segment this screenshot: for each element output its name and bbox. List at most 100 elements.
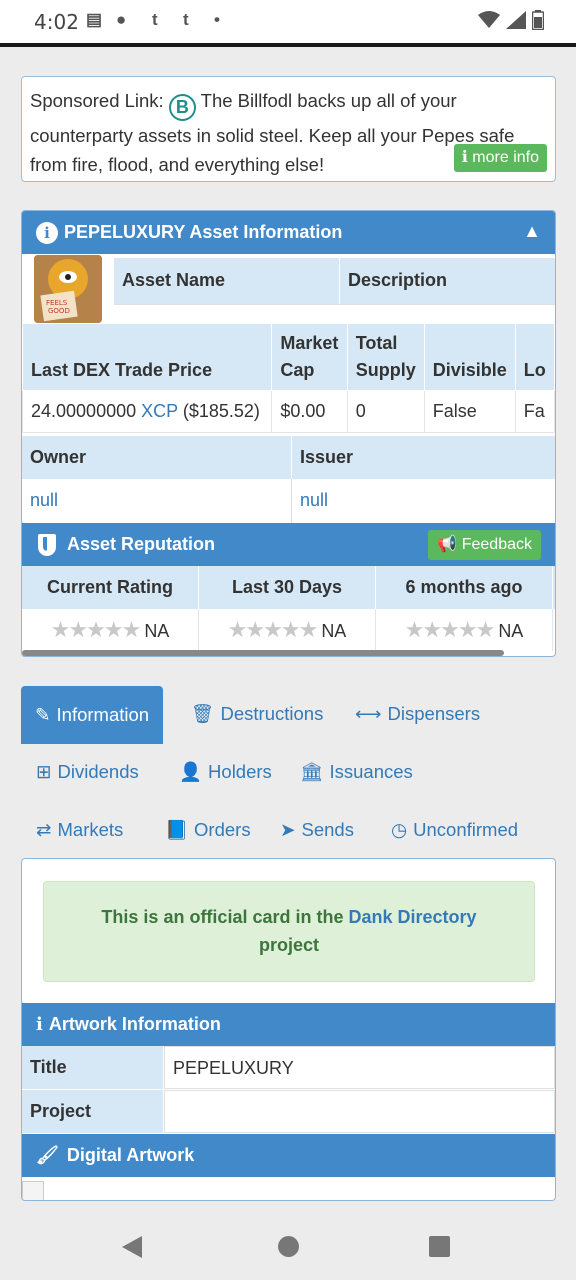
android-nav-bar — [0, 1214, 576, 1280]
tumblr-icon: t — [183, 10, 189, 29]
owner-link[interactable]: null — [22, 479, 66, 523]
pencil-icon: ✎ — [35, 704, 51, 725]
paintbrush-icon: 🖌 — [36, 1145, 59, 1165]
trash-icon: 🗑 — [191, 703, 215, 724]
user-icon: 👤 — [179, 761, 203, 782]
six-months-cell: ★★★★★ NA — [376, 609, 553, 651]
status-bar: 4:02 ▤ ● t t • — [0, 0, 576, 44]
tab-holders[interactable]: 👤 Holders — [179, 761, 272, 783]
svg-text:GOOD: GOOD — [48, 307, 70, 315]
page-content: Sponsored Link: B The Billfodl backs up … — [0, 47, 576, 1214]
asset-stats-table: Last DEX Trade Price Market Cap Total Su… — [22, 323, 555, 433]
sponsored-link-box: Sponsored Link: B The Billfodl backs up … — [21, 76, 556, 182]
tab-dividends-label: Dividends — [57, 761, 139, 782]
tab-destructions[interactable]: 🗑 Destructions — [191, 703, 323, 725]
asset-name-header: Asset Name — [114, 258, 340, 304]
home-icon[interactable] — [278, 1236, 299, 1257]
last-dex-price-header: Last DEX Trade Price — [22, 323, 273, 391]
broken-image-icon — [22, 1181, 44, 1200]
asset-information-panel: i PEPELUXURY Asset Information ▲ FEELS G… — [21, 210, 556, 657]
dank-directory-link[interactable]: Dank Directory — [349, 907, 477, 927]
feedback-button[interactable]: 📢 Feedback — [428, 530, 541, 560]
issuer-link[interactable]: null — [292, 479, 336, 523]
battery-icon — [532, 10, 544, 30]
owner-issuer-header: Owner Issuer — [22, 436, 555, 479]
divisible-cell: False — [423, 390, 516, 433]
locked-cell: Fa — [514, 390, 555, 433]
tab-destructions-label: Destructions — [220, 703, 324, 724]
messenger-icon: ● — [116, 10, 127, 29]
asset-name-row — [114, 304, 555, 320]
shield-icon — [38, 533, 56, 556]
more-info-label: more info — [472, 149, 539, 166]
price-usd: ($185.52) — [182, 401, 260, 421]
price-value: 24.00000000 — [31, 401, 137, 421]
project-value — [164, 1090, 555, 1133]
digital-artwork-title: Digital Artwork — [66, 1145, 195, 1165]
asset-reputation-title: Asset Reputation — [67, 534, 216, 554]
bank-icon: 🏛 — [300, 761, 324, 782]
locked-header: Lo — [514, 323, 555, 391]
official-prefix: This is an official card in the — [101, 907, 344, 927]
tab-markets[interactable]: ⇄ Markets — [36, 819, 123, 841]
info-icon: i — [36, 1014, 43, 1035]
chevron-up-icon[interactable]: ▲ — [523, 221, 541, 242]
tab-holders-label: Holders — [208, 761, 272, 782]
clock-icon: ◷ — [391, 819, 408, 840]
star-rating-icon: ★★★★★ — [50, 617, 142, 642]
star-rating-icon: ★★★★★ — [227, 617, 319, 642]
more-info-button[interactable]: ℹ more info — [453, 144, 547, 172]
billfodl-logo-icon[interactable]: B — [168, 94, 196, 121]
bullhorn-icon: 📢 — [437, 536, 458, 553]
last-30-days-cell: ★★★★★ NA — [199, 609, 376, 651]
title-value: PEPELUXURY — [164, 1046, 555, 1089]
book-icon: 📘 — [165, 819, 189, 840]
xcp-link[interactable]: XCP — [141, 401, 178, 421]
last-dex-price-cell: 24.00000000 XCP ($185.52) — [22, 390, 273, 433]
current-rating-cell: ★★★★★ NA — [22, 609, 199, 651]
asset-info-title: PEPELUXURY Asset Information — [64, 222, 343, 242]
tab-dispensers[interactable]: ⟷ Dispensers — [355, 703, 480, 725]
tab-markets-label: Markets — [57, 819, 124, 840]
tab-orders-label: Orders — [194, 819, 251, 840]
asset-info-header[interactable]: i PEPELUXURY Asset Information ▲ — [22, 211, 555, 254]
horizontal-scrollbar[interactable] — [22, 650, 504, 656]
project-label: Project — [22, 1090, 163, 1133]
divisible-header: Divisible — [423, 323, 516, 391]
tab-information[interactable]: ✎ Information — [21, 686, 164, 744]
digital-artwork-header: 🖌 Digital Artwork — [22, 1134, 555, 1177]
paper-plane-icon: ➤ — [280, 819, 296, 840]
current-rating-header: Current Rating — [22, 566, 199, 609]
svg-text:FEELS: FEELS — [46, 299, 68, 307]
last-30-days-value: NA — [321, 621, 347, 641]
info-icon: ℹ — [461, 149, 468, 166]
issuer-header: Issuer — [300, 447, 354, 467]
owner-issuer-row: null null — [22, 479, 555, 523]
tab-issuances[interactable]: 🏛 Issuances — [300, 761, 413, 783]
tab-orders[interactable]: 📘 Orders — [165, 819, 251, 841]
official-suffix: project — [258, 935, 319, 955]
title-label: Title — [22, 1046, 163, 1089]
current-rating-value: NA — [144, 621, 170, 641]
total-supply-cell: 0 — [346, 390, 425, 433]
total-supply-header: Total Supply — [346, 323, 425, 391]
tab-unconfirmed[interactable]: ◷ Unconfirmed — [391, 819, 518, 841]
information-tab-panel: This is an official card in the Dank Dir… — [21, 858, 556, 1201]
recent-apps-icon[interactable] — [429, 1236, 450, 1257]
back-icon[interactable] — [122, 1236, 142, 1258]
signal-icon — [506, 11, 526, 29]
tab-sends-label: Sends — [301, 819, 354, 840]
tab-sends[interactable]: ➤ Sends — [280, 819, 354, 841]
six-months-value: NA — [498, 621, 524, 641]
tab-issuances-label: Issuances — [329, 761, 413, 782]
feedback-label: Feedback — [461, 536, 532, 553]
sitemap-icon: ⊞ — [36, 761, 52, 782]
tab-dividends[interactable]: ⊞ Dividends — [36, 761, 139, 783]
info-icon: i — [36, 221, 58, 244]
star-rating-icon: ★★★★★ — [404, 617, 496, 642]
rating-header-row: Current Rating Last 30 Days 6 months ago — [22, 566, 555, 609]
tab-unconfirmed-label: Unconfirmed — [413, 819, 519, 840]
description-header: Description — [340, 258, 555, 304]
more-notifications-icon: • — [214, 10, 220, 29]
artwork-information-title: Artwork Information — [48, 1014, 221, 1034]
